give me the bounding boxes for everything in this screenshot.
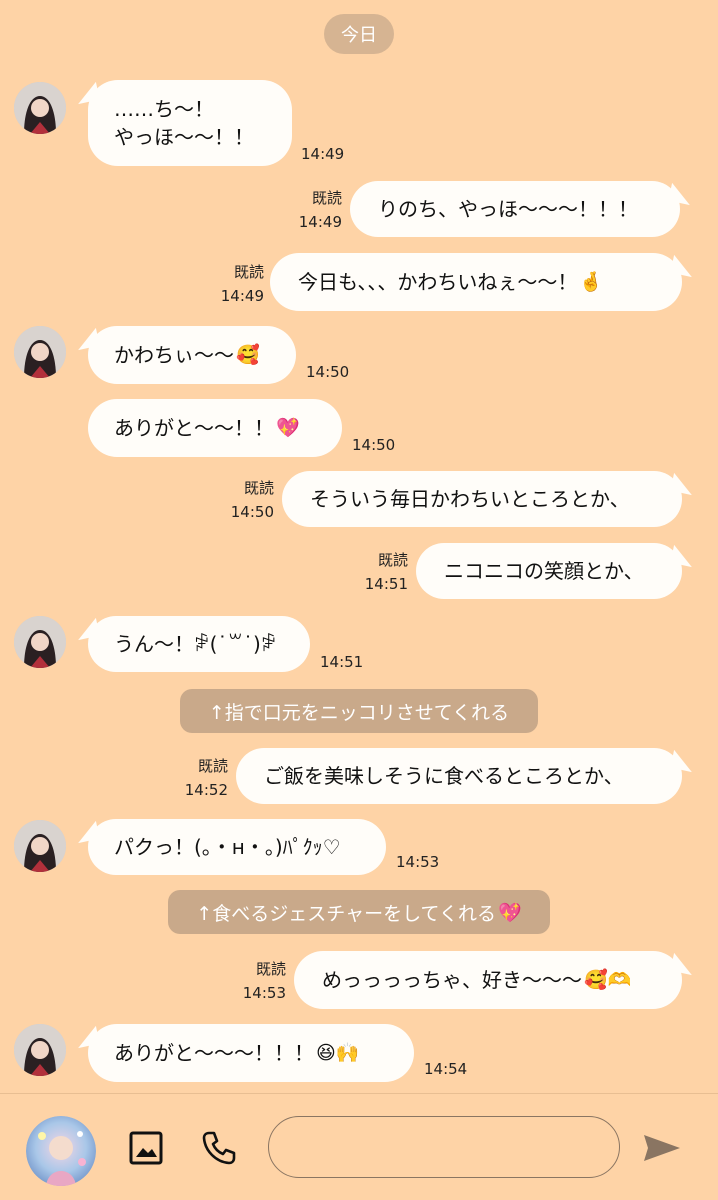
message-meta: 既読 14:50 [228,476,274,524]
message-bubble-3[interactable]: かわちぃ〜〜 🥰 [88,326,296,384]
message-time: 14:49 [298,213,342,231]
message-time: 14:54 [424,1060,468,1078]
read-receipt: 既読 [243,479,274,497]
send-icon[interactable] [642,1132,682,1168]
pinch-hand-emoji-icon: 🤞 [579,271,604,293]
phone-icon[interactable] [200,1129,238,1171]
contact-avatar[interactable] [14,82,66,134]
message-time: 14:51 [320,653,364,671]
message-bubble-7[interactable]: うん〜！ꒁ(˙꒳˙)ꒁ [88,616,310,672]
contact-avatar[interactable] [14,326,66,378]
message-meta: 既読 14:49 [218,260,264,308]
composer-bar [0,1093,718,1200]
read-receipt: 既読 [255,960,286,978]
message-line: ……ち〜！ [114,97,214,121]
annotation-note: ↑指で口元をニッコリさせてくれる [180,689,538,733]
smiling-hearts-emoji-icon: 🥰 [236,344,260,366]
message-meta: 既読 14:51 [362,548,408,596]
note-text: ↑食べるジェスチャーをしてくれる [196,902,496,925]
message-meta: 既読 14:49 [296,186,342,234]
message-time: 14:49 [301,145,345,163]
message-text: パクっ！(。・н・。)ﾊﾟｸｯ♡ [114,835,341,859]
contact-avatar[interactable] [14,1024,66,1076]
contact-avatar[interactable] [14,616,66,668]
message-bubble-4[interactable]: ありがと〜〜！！ 💖 [88,399,342,457]
message-text: うん〜！ꒁ(˙꒳˙)ꒁ [114,632,277,656]
message-time: 14:53 [242,984,286,1002]
contact-avatar[interactable] [14,820,66,872]
laughing-raised-hands-emoji-icon: 😆🙌 [316,1042,360,1064]
message-time: 14:50 [352,436,396,454]
date-divider: 今日 [324,14,394,54]
message-bubble-8[interactable]: ご飯を美味しそうに食べるところとか、 [236,748,682,804]
message-bubble-9[interactable]: パクっ！(。・н・。)ﾊﾟｸｯ♡ [88,819,386,875]
message-bubble-6[interactable]: ニコニコの笑顔とか、 [416,543,682,599]
message-time: 14:50 [230,503,274,521]
message-text: ご飯を美味しそうに食べるところとか、 [264,764,624,788]
message-meta: 既読 14:52 [182,754,228,802]
message-bubble-5[interactable]: そういう毎日かわちいところとか、 [282,471,682,527]
message-text: めっっっっちゃ、好き〜〜〜 [322,968,582,992]
message-bubble-2[interactable]: 今日も、、、かわちいねぇ〜〜！ 🤞 [270,253,682,311]
message-time: 14:50 [306,363,350,381]
hearts-and-hands-emoji-icon: 🥰🫶 [584,969,632,991]
message-time: 14:52 [184,781,228,799]
message-bubble-10[interactable]: めっっっっちゃ、好き〜〜〜 🥰🫶 [294,951,682,1009]
message-text: ありがと〜〜〜！！！ [114,1041,314,1065]
message-line: やっほ〜〜！！ [114,125,254,149]
message-time: 14:49 [220,287,264,305]
message-text: かわちぃ〜〜 [114,343,234,367]
message-bubble-1[interactable]: りのち、やっほ〜〜〜！！！ [350,181,680,237]
message-time: 14:53 [396,853,440,871]
sparkling-heart-emoji-icon: 💖 [276,417,300,439]
image-icon[interactable] [129,1131,163,1169]
message-text: 今日も、、、かわちいねぇ〜〜！ [298,270,578,294]
read-receipt: 既読 [233,263,264,281]
sparkling-heart-emoji-icon: 💖 [497,901,522,924]
message-time: 14:51 [364,575,408,593]
annotation-note: ↑食べるジェスチャーをしてくれる 💖 [168,890,550,934]
read-receipt: 既読 [311,189,342,207]
note-text: ↑指で口元をニッコリさせてくれる [208,701,510,724]
message-text: ニコニコの笑顔とか、 [444,559,644,583]
read-receipt: 既読 [377,551,408,569]
my-avatar[interactable] [26,1116,96,1186]
message-meta: 既読 14:53 [240,957,286,1005]
message-bubble-0[interactable]: ……ち〜！ やっほ〜〜！！ [88,80,292,166]
message-bubble-11[interactable]: ありがと〜〜〜！！！ 😆🙌 [88,1024,414,1082]
message-text: そういう毎日かわちいところとか、 [310,487,630,511]
message-input[interactable] [268,1116,620,1178]
message-text: ありがと〜〜！！ [114,416,274,440]
message-text: りのち、やっほ〜〜〜！！！ [378,197,638,221]
read-receipt: 既読 [197,757,228,775]
